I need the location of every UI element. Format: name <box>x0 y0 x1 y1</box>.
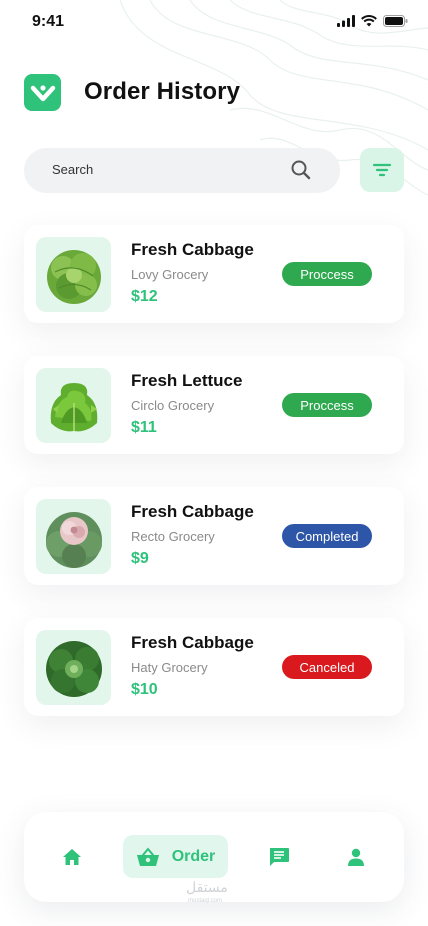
order-card[interactable]: Fresh Cabbage Haty Grocery $10 Canceled <box>24 618 404 716</box>
item-price: $9 <box>131 550 149 567</box>
item-price: $10 <box>131 681 158 698</box>
watermark-url: mostaql.com <box>188 898 223 904</box>
item-price: $11 <box>131 419 157 436</box>
product-image-ornamental-cabbage <box>36 499 111 574</box>
signal-icon <box>337 15 355 27</box>
brand-logo-icon <box>24 74 61 111</box>
product-image-dark-cabbage <box>36 630 111 705</box>
order-card[interactable]: Fresh Cabbage Lovy Grocery $12 Proccess <box>24 225 404 323</box>
nav-messages[interactable] <box>261 835 297 878</box>
nav-order[interactable]: Order <box>123 835 228 878</box>
basket-icon <box>136 846 159 866</box>
status-badge: Proccess <box>282 262 372 286</box>
battery-icon <box>383 15 408 27</box>
item-price: $12 <box>131 288 158 305</box>
home-icon <box>63 848 81 865</box>
status-badge: Canceled <box>282 655 372 679</box>
search-bar[interactable] <box>24 148 340 193</box>
status-badge: Proccess <box>282 393 372 417</box>
product-image-cabbage <box>36 237 111 312</box>
store-name: Haty Grocery <box>131 660 208 675</box>
item-name: Fresh Cabbage <box>131 240 254 259</box>
status-badge: Completed <box>282 524 372 548</box>
status-bar: 9:41 <box>0 0 428 44</box>
search-icon[interactable] <box>290 159 312 181</box>
chat-icon <box>270 847 289 866</box>
item-name: Fresh Cabbage <box>131 502 254 521</box>
filter-button[interactable] <box>360 148 404 192</box>
item-name: Fresh Cabbage <box>131 633 254 652</box>
order-card[interactable]: Fresh Cabbage Recto Grocery $9 Completed <box>24 487 404 585</box>
filter-icon <box>372 163 392 177</box>
order-card[interactable]: Fresh Lettuce Circlo Grocery $11 Procces… <box>24 356 404 454</box>
wifi-icon <box>361 15 377 27</box>
store-name: Circlo Grocery <box>131 398 215 413</box>
item-name: Fresh Lettuce <box>131 371 243 390</box>
page-title: Order History <box>84 78 241 105</box>
watermark: مستقل <box>186 880 228 896</box>
status-time: 9:41 <box>32 13 65 30</box>
nav-profile[interactable] <box>338 835 374 878</box>
status-icons <box>337 15 408 27</box>
product-image-lettuce <box>36 368 111 443</box>
search-input[interactable] <box>52 162 282 177</box>
profile-icon <box>348 848 364 866</box>
store-name: Lovy Grocery <box>131 267 209 282</box>
nav-order-label: Order <box>171 847 216 865</box>
store-name: Recto Grocery <box>131 529 215 544</box>
nav-home[interactable] <box>54 835 90 878</box>
